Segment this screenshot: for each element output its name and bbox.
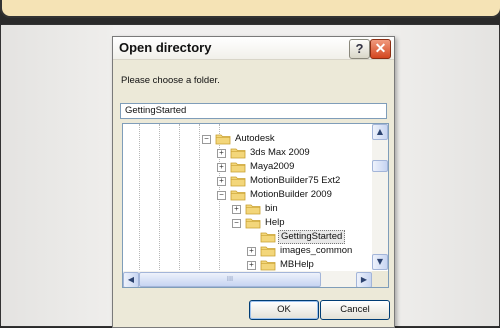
prompt-text: Please choose a folder. bbox=[121, 75, 220, 86]
title-bar[interactable]: Open directory ? ✕ bbox=[113, 37, 394, 60]
panel-shade-right bbox=[387, 25, 499, 326]
folder-path-input[interactable] bbox=[120, 103, 387, 119]
close-button[interactable]: ✕ bbox=[370, 39, 391, 59]
tree-item-label: 3ds Max 2009 bbox=[250, 147, 310, 158]
tree-item-label: MotionBuilder75 Ext2 bbox=[250, 175, 341, 186]
help-button[interactable]: ? bbox=[349, 39, 370, 59]
collapse-minus-icon[interactable]: − bbox=[217, 191, 226, 200]
folder-icon bbox=[260, 246, 276, 257]
dialog-title: Open directory bbox=[119, 40, 212, 55]
tree-item-label: Autodesk bbox=[235, 133, 275, 144]
horizontal-scrollbar[interactable]: ◀ III ▶ bbox=[123, 271, 372, 287]
tree-guide-line bbox=[199, 124, 200, 270]
horizontal-scroll-thumb[interactable]: III bbox=[139, 272, 321, 287]
scroll-down-arrow-icon[interactable]: ▼ bbox=[372, 254, 388, 270]
expand-plus-icon[interactable]: + bbox=[247, 247, 256, 256]
expand-plus-icon[interactable]: + bbox=[232, 205, 241, 214]
expand-plus-icon[interactable]: + bbox=[247, 261, 256, 270]
folder-icon bbox=[215, 134, 231, 145]
folder-icon bbox=[260, 260, 276, 271]
collapse-minus-icon[interactable]: − bbox=[232, 219, 241, 228]
scroll-left-arrow-icon[interactable]: ◀ bbox=[123, 272, 139, 287]
expand-plus-icon[interactable]: + bbox=[217, 163, 226, 172]
folder-icon bbox=[230, 148, 246, 159]
tree-item-label: Help bbox=[265, 217, 285, 228]
expand-plus-icon[interactable]: + bbox=[217, 177, 226, 186]
cancel-button[interactable]: Cancel bbox=[320, 300, 390, 320]
folder-icon bbox=[230, 176, 246, 187]
vertical-scroll-thumb[interactable] bbox=[372, 160, 388, 172]
collapse-minus-icon[interactable]: − bbox=[202, 135, 211, 144]
tree-item-label: images_common bbox=[280, 245, 353, 256]
ok-button[interactable]: OK bbox=[249, 300, 319, 320]
expand-plus-icon[interactable]: + bbox=[217, 149, 226, 158]
panel-shade-left bbox=[1, 25, 113, 326]
scroll-up-arrow-icon[interactable]: ▲ bbox=[372, 124, 388, 140]
folder-icon bbox=[260, 232, 276, 243]
tree-item-label: GettingStarted bbox=[278, 230, 346, 244]
screenshot-panel: Open directory ? ✕ Please choose a folde… bbox=[0, 24, 500, 328]
vertical-scrollbar[interactable]: ▲ ▼ bbox=[372, 124, 388, 270]
folder-icon bbox=[230, 190, 246, 201]
top-banner bbox=[0, 0, 500, 18]
tree-guide-line bbox=[179, 124, 180, 270]
tree-item-label: bin bbox=[265, 203, 278, 214]
scroll-corner bbox=[372, 271, 388, 287]
tree-item-label: Maya2009 bbox=[250, 161, 295, 172]
folder-tree[interactable]: − Autodesk +3ds Max 2009 + Maya2009 + MotionBu… bbox=[122, 123, 389, 288]
open-directory-dialog: Open directory ? ✕ Please choose a folde… bbox=[112, 36, 395, 328]
tree-item-label: MotionBuilder 2009 bbox=[250, 189, 332, 200]
tree-item-label: MBHelp bbox=[280, 259, 314, 270]
folder-icon bbox=[245, 204, 261, 215]
scroll-right-arrow-icon[interactable]: ▶ bbox=[356, 272, 372, 287]
tree-guide-line bbox=[139, 124, 140, 270]
folder-icon bbox=[245, 218, 261, 229]
folder-icon bbox=[230, 162, 246, 173]
tree-guide-line bbox=[159, 124, 160, 270]
